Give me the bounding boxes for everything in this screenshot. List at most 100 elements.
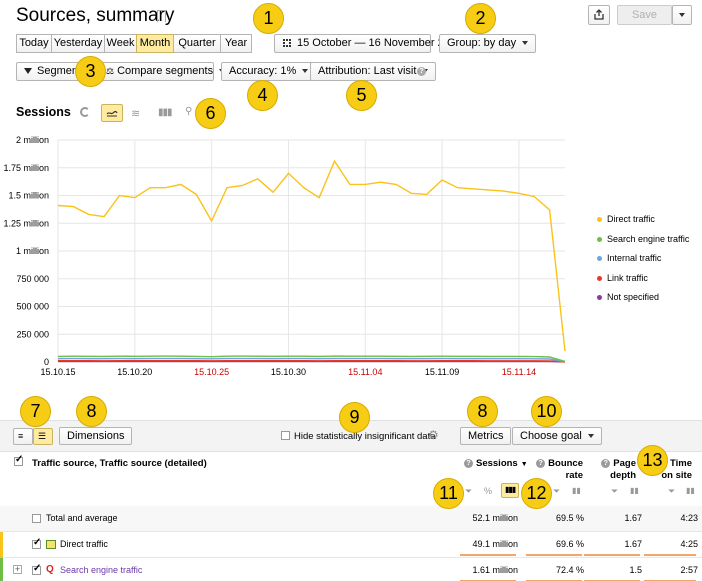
filter-icon[interactable]: ⏷: [553, 486, 560, 497]
period-month[interactable]: Month: [136, 34, 174, 53]
sessions-cell: 52.1 million: [472, 513, 518, 523]
hide-insignificant-checkbox[interactable]: [281, 431, 290, 440]
period-yesterday[interactable]: Yesterday: [51, 34, 105, 53]
annotation-badge: 10: [531, 396, 562, 427]
period-quarter[interactable]: Quarter: [173, 34, 221, 53]
annotation-badge: 4: [247, 80, 278, 111]
bookmark-icon[interactable]: [157, 10, 166, 22]
filter-icon: [24, 68, 32, 75]
table-row[interactable]: + Q Search engine traffic 1.61 million 72.4 …: [0, 558, 702, 581]
legend-label: Direct traffic: [607, 214, 655, 224]
legend-label: Not specified: [607, 292, 660, 302]
x-tick-label: 15.10.20: [117, 367, 152, 377]
line-chart-button[interactable]: [101, 104, 123, 122]
x-tick-label: 15.10.30: [271, 367, 306, 377]
table-row[interactable]: Total and average 52.1 million 69.5 % 1.67 4…: [0, 506, 702, 532]
bar-view-button[interactable]: ▮▮▮: [501, 483, 519, 498]
expand-icon[interactable]: +: [13, 565, 22, 574]
sessions-column-header[interactable]: ? Sessions ▼: [464, 458, 528, 469]
y-tick-label: 1 million: [16, 246, 49, 256]
annotation-badge: 1: [253, 3, 284, 34]
group-column-header: Traffic source, Traffic source (detailed…: [32, 458, 207, 469]
series-line-search-engine-traffic: [57, 355, 566, 363]
pie-chart-icon[interactable]: [80, 107, 90, 117]
period-year[interactable]: Year: [220, 34, 252, 53]
bar-chart-icon[interactable]: ▮▮: [572, 486, 581, 495]
dimensions-button[interactable]: Dimensions: [59, 427, 133, 445]
select-all-checkbox[interactable]: [14, 454, 23, 466]
group-by-dropdown[interactable]: Group: by day: [439, 34, 537, 53]
tree-icon: ☰: [38, 431, 47, 441]
list-icon: ≡: [18, 431, 24, 441]
chevron-down-icon: [302, 69, 309, 74]
gear-icon[interactable]: ⚙: [428, 428, 439, 442]
bar-chart-icon[interactable]: ▮▮▮: [158, 107, 172, 118]
y-tick-label: 250 000: [16, 329, 49, 339]
metrics-button[interactable]: Metrics: [460, 427, 512, 445]
legend-swatch: [597, 236, 602, 242]
sort-desc-icon: ▼: [520, 461, 528, 468]
tree-view-button[interactable]: ☰: [33, 428, 53, 445]
filter-icon[interactable]: ⏷: [465, 486, 472, 497]
x-tick-label: 15.11.04: [348, 367, 382, 377]
annotation-badge: 7: [20, 396, 51, 427]
filter-icon[interactable]: ⏷: [668, 486, 675, 497]
legend-item[interactable]: Search engine traffic: [597, 234, 689, 244]
time-cell: 2:57: [680, 565, 698, 575]
row-checkbox[interactable]: [32, 514, 41, 523]
date-range-button[interactable]: 15 October — 16 November 2015: [274, 34, 462, 53]
table-row[interactable]: Direct traffic 49.1 million 69.6 % 1.67 4:25: [0, 532, 702, 558]
period-today[interactable]: Today: [16, 34, 52, 53]
page-depth-column-header[interactable]: ? Page depth: [600, 458, 636, 482]
row-color-strip: [0, 532, 3, 558]
chevron-down-icon: [587, 434, 594, 439]
bar-chart-icon[interactable]: ▮▮: [686, 486, 695, 495]
help-icon: ?: [536, 458, 546, 468]
chevron-down-icon: [522, 41, 529, 46]
choose-goal-dropdown[interactable]: Choose goal: [512, 427, 602, 445]
area-chart-icon[interactable]: ≋: [131, 107, 140, 120]
annotation-badge: 8: [467, 396, 498, 427]
time-cell: 4:25: [680, 539, 698, 549]
help-icon[interactable]: ?: [417, 67, 426, 76]
depth-cell: 1.5: [629, 565, 642, 575]
x-tick-label: 15.10.15: [40, 367, 75, 377]
export-button[interactable]: [588, 5, 610, 25]
filter-icon[interactable]: ⏷: [611, 486, 618, 497]
export-icon: [594, 9, 604, 20]
period-week[interactable]: Week: [104, 34, 137, 53]
legend-item[interactable]: Internal traffic: [597, 253, 661, 263]
row-label: Total and average: [46, 513, 118, 523]
sessions-cell: 1.61 million: [472, 565, 518, 575]
accuracy-dropdown[interactable]: Accuracy: 1%: [221, 62, 317, 81]
row-checkbox[interactable]: [32, 563, 41, 575]
row-label[interactable]: Search engine traffic: [60, 565, 142, 575]
segment-button[interactable]: Segment: [16, 62, 84, 81]
save-button[interactable]: Save: [617, 5, 672, 25]
percent-icon[interactable]: %: [484, 486, 492, 496]
hide-insignificant-label: Hide statistically insignificant data: [294, 431, 436, 442]
row-label[interactable]: Direct traffic: [60, 539, 108, 549]
legend-swatch: [597, 217, 602, 223]
legend-label: Internal traffic: [607, 253, 662, 263]
annotation-badge: 6: [195, 98, 226, 129]
direct-traffic-icon: [46, 540, 56, 549]
save-options-button[interactable]: [672, 5, 692, 25]
annotation-badge: 5: [346, 80, 377, 111]
legend-item[interactable]: Link traffic: [597, 273, 648, 283]
time-cell: 4:23: [680, 513, 698, 523]
accuracy-label: Accuracy: 1%: [229, 65, 297, 77]
help-icon: ?: [601, 458, 611, 468]
bar-chart-icon[interactable]: ▮▮: [630, 486, 639, 495]
compare-segments-dropdown[interactable]: ⚖ Compare segments: [98, 62, 226, 81]
map-pin-icon[interactable]: ⚲: [185, 106, 192, 117]
legend-swatch: [597, 275, 602, 281]
legend-item[interactable]: Not specified: [597, 292, 659, 302]
sessions-header-label: Sessions: [476, 458, 518, 469]
list-view-button[interactable]: ≡: [13, 428, 33, 445]
legend-item[interactable]: Direct traffic: [597, 214, 655, 224]
chart-title: Sessions: [16, 105, 71, 119]
bounce-cell: 69.6 %: [555, 539, 584, 549]
row-checkbox[interactable]: [32, 537, 41, 549]
annotation-badge: 12: [521, 478, 552, 509]
